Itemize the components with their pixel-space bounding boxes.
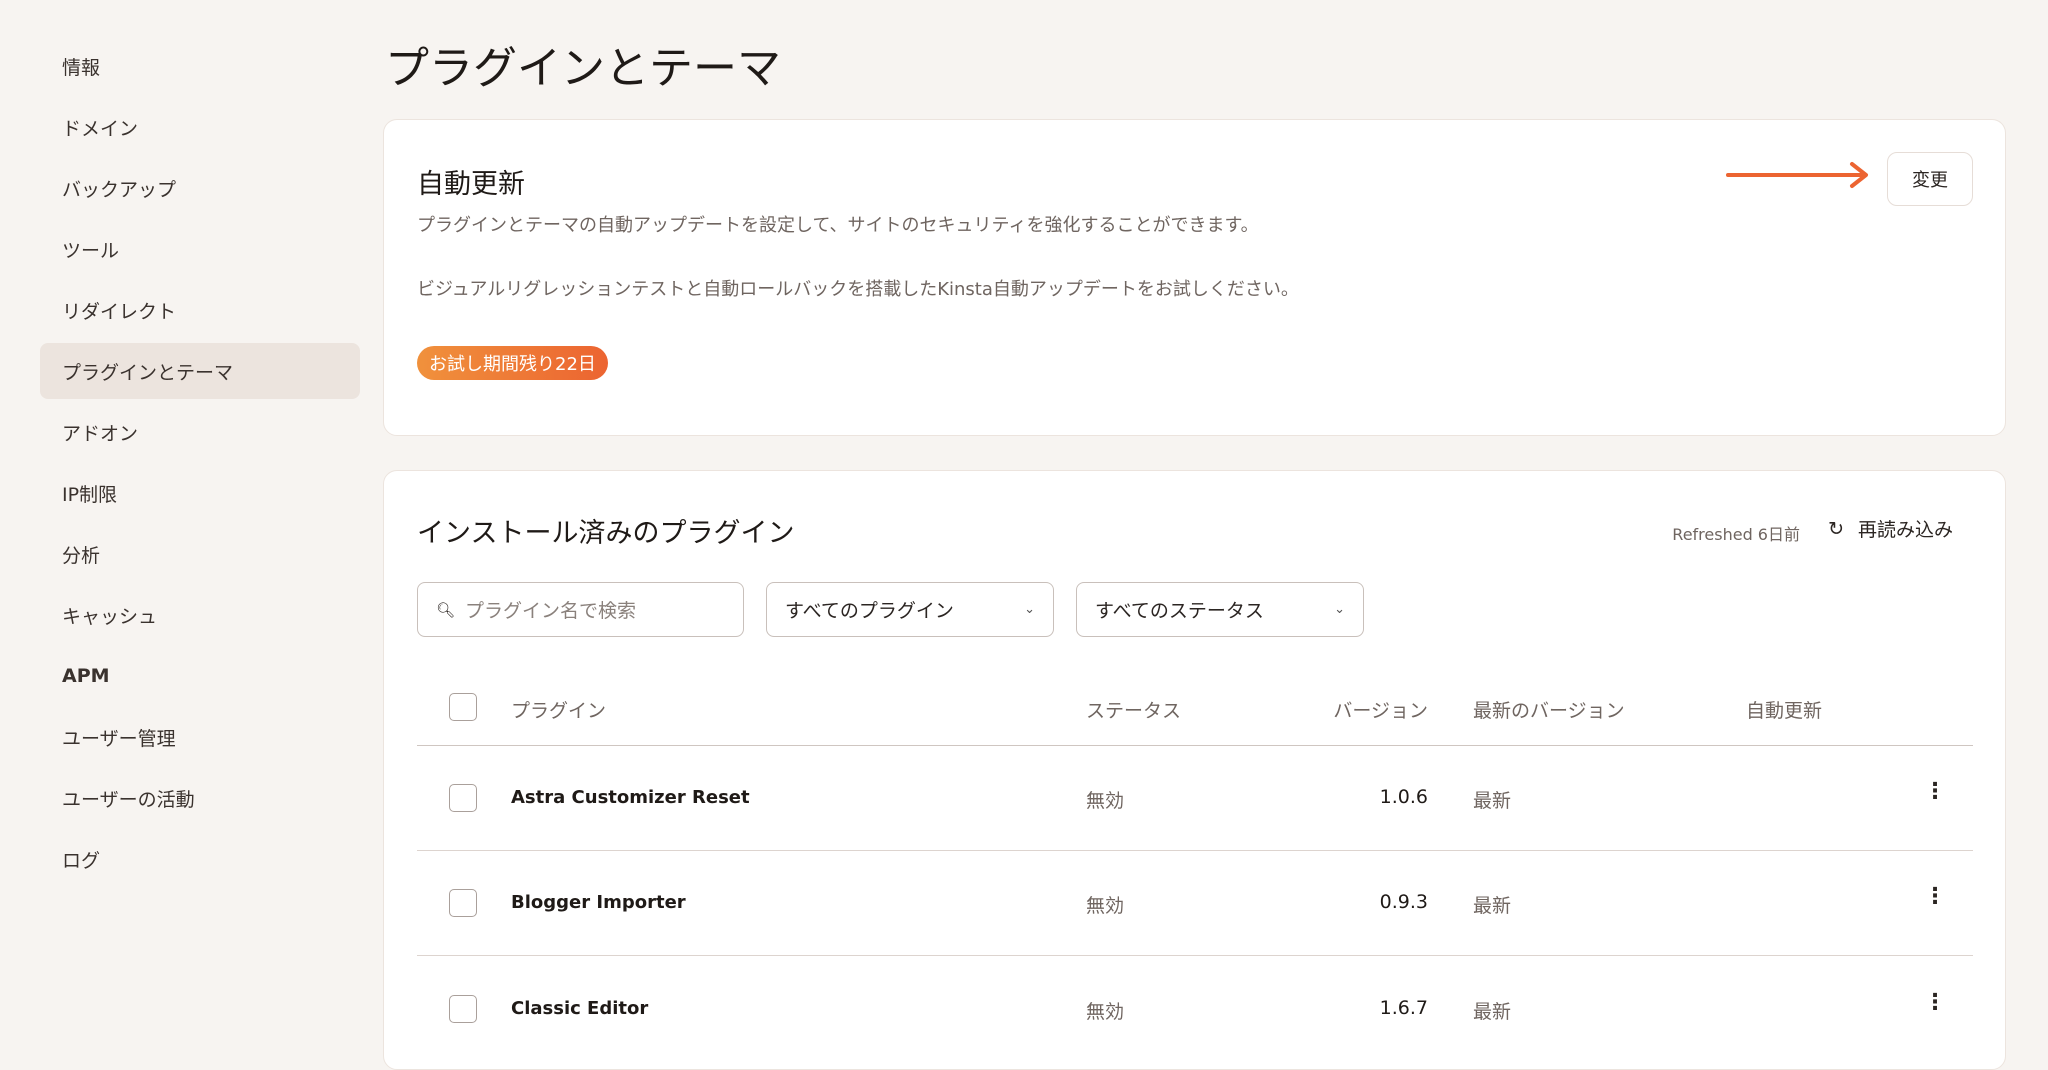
sidebar-item-tools[interactable]: ツール bbox=[40, 221, 360, 277]
sidebar-item-backups[interactable]: バックアップ bbox=[40, 160, 360, 216]
column-status[interactable]: ステータス bbox=[1086, 696, 1181, 723]
more-options-icon[interactable]: ⋮ bbox=[1924, 990, 1946, 1015]
auto-update-card: 自動更新 プラグインとテーマの自動アップデートを設定して、サイトのセキュリティを… bbox=[383, 119, 2006, 436]
divider bbox=[417, 955, 1973, 956]
plugin-status: 無効 bbox=[1086, 786, 1124, 813]
sidebar-item-plugins-themes[interactable]: プラグインとテーマ bbox=[40, 343, 360, 399]
status-filter-value: すべてのステータス bbox=[1095, 596, 1264, 623]
sidebar-item-domains[interactable]: ドメイン bbox=[40, 99, 360, 155]
plugin-version: 1.6.7 bbox=[1328, 997, 1428, 1019]
column-version[interactable]: バージョン bbox=[1332, 696, 1428, 723]
plugin-name: Astra Customizer Reset bbox=[511, 787, 750, 808]
plugin-latest: 最新 bbox=[1473, 997, 1511, 1024]
arrow-icon bbox=[1724, 160, 1874, 190]
plugin-latest: 最新 bbox=[1473, 891, 1511, 918]
row-checkbox[interactable] bbox=[449, 995, 477, 1023]
divider bbox=[417, 745, 1973, 746]
column-auto-update[interactable]: 自動更新 bbox=[1746, 696, 1822, 723]
chevron-down-icon: ⌄ bbox=[1334, 602, 1345, 617]
sidebar-item-user-management[interactable]: ユーザー管理 bbox=[40, 709, 360, 765]
sidebar-item-addons[interactable]: アドオン bbox=[40, 404, 360, 460]
column-plugin[interactable]: プラグイン bbox=[511, 696, 606, 723]
sidebar: 情報 ドメイン バックアップ ツール リダイレクト プラグインとテーマ アドオン… bbox=[40, 38, 360, 892]
select-all-checkbox[interactable] bbox=[449, 693, 477, 721]
plugin-name: Blogger Importer bbox=[511, 892, 686, 913]
sidebar-item-logs[interactable]: ログ bbox=[40, 831, 360, 887]
refresh-icon: ↻ bbox=[1828, 518, 1844, 540]
reload-label: 再読み込み bbox=[1858, 515, 1953, 542]
plugin-status: 無効 bbox=[1086, 997, 1124, 1024]
column-latest-version[interactable]: 最新のバージョン bbox=[1473, 696, 1625, 723]
plugin-version: 0.9.3 bbox=[1328, 891, 1428, 913]
sidebar-item-cache[interactable]: キャッシュ bbox=[40, 587, 360, 643]
sidebar-item-apm[interactable]: APM bbox=[40, 648, 360, 704]
chevron-down-icon: ⌄ bbox=[1024, 602, 1035, 617]
sidebar-item-analytics[interactable]: 分析 bbox=[40, 526, 360, 582]
installed-plugins-card: インストール済みのプラグイン Refreshed 6日前 ↻ 再読み込み 🔍︎ プラ… bbox=[383, 470, 2006, 1070]
search-input[interactable]: 🔍︎ プラグイン名で検索 bbox=[417, 582, 744, 637]
auto-update-description: プラグインとテーマの自動アップデートを設定して、サイトのセキュリティを強化するこ… bbox=[417, 210, 1317, 241]
plugin-latest: 最新 bbox=[1473, 786, 1511, 813]
auto-update-title: 自動更新 bbox=[417, 162, 525, 201]
page-title: プラグインとテーマ bbox=[385, 32, 781, 96]
more-options-icon[interactable]: ⋮ bbox=[1924, 884, 1946, 909]
sidebar-item-info[interactable]: 情報 bbox=[40, 38, 360, 94]
plugin-status: 無効 bbox=[1086, 891, 1124, 918]
installed-plugins-title: インストール済みのプラグイン bbox=[417, 511, 794, 550]
reload-button[interactable]: ↻ 再読み込み bbox=[1828, 515, 1953, 542]
search-icon: 🔍︎ bbox=[436, 601, 455, 619]
refreshed-timestamp: Refreshed 6日前 bbox=[1672, 521, 1800, 545]
search-placeholder: プラグイン名で検索 bbox=[465, 596, 636, 623]
plugin-name: Classic Editor bbox=[511, 998, 648, 1019]
row-checkbox[interactable] bbox=[449, 889, 477, 917]
auto-update-promo: ビジュアルリグレッションテストと自動ロールバックを搭載したKinsta自動アップ… bbox=[417, 274, 1317, 305]
change-button[interactable]: 変更 bbox=[1887, 152, 1973, 206]
sidebar-item-redirects[interactable]: リダイレクト bbox=[40, 282, 360, 338]
row-checkbox[interactable] bbox=[449, 784, 477, 812]
trial-badge: お試し期間残り22日 bbox=[417, 346, 608, 380]
plugin-filter-select[interactable]: すべてのプラグイン ⌄ bbox=[766, 582, 1054, 637]
more-options-icon[interactable]: ⋮ bbox=[1924, 779, 1946, 804]
divider bbox=[417, 850, 1973, 851]
sidebar-item-ip-deny[interactable]: IP制限 bbox=[40, 465, 360, 521]
status-filter-select[interactable]: すべてのステータス ⌄ bbox=[1076, 582, 1364, 637]
plugin-version: 1.0.6 bbox=[1328, 786, 1428, 808]
sidebar-item-user-activity[interactable]: ユーザーの活動 bbox=[40, 770, 360, 826]
plugin-filter-value: すべてのプラグイン bbox=[785, 596, 954, 623]
